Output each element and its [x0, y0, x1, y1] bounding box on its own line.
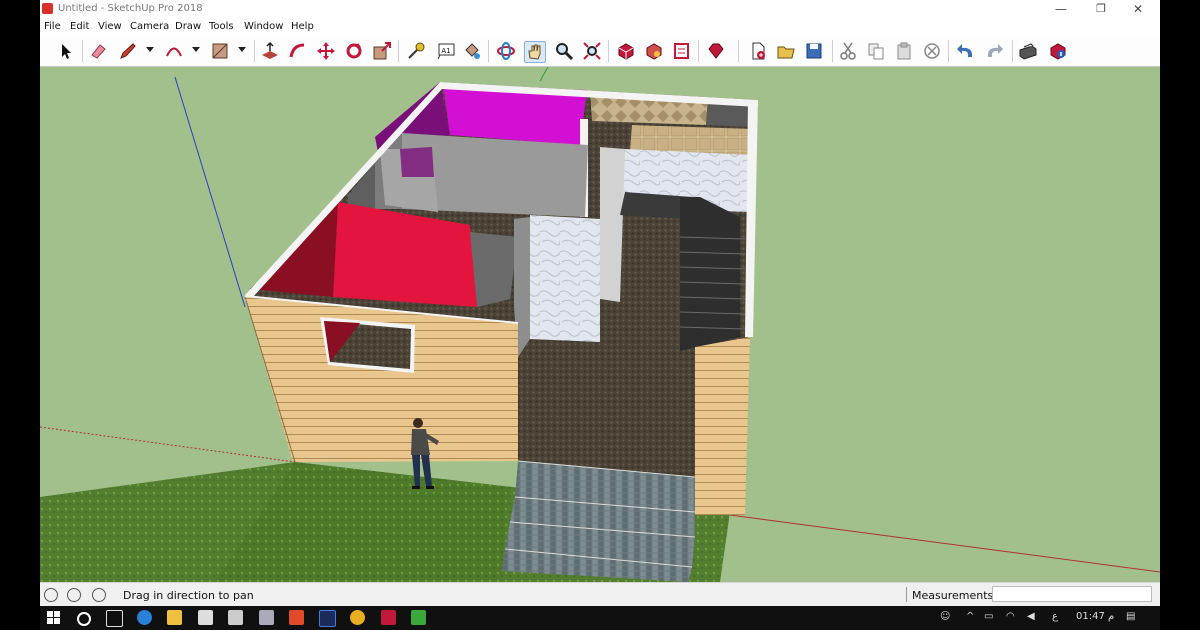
- task-view-icon[interactable]: [106, 610, 123, 627]
- eraser-icon[interactable]: [88, 41, 108, 61]
- move-icon[interactable]: [316, 41, 336, 61]
- extension-warehouse-icon[interactable]: [644, 41, 664, 61]
- system-clock[interactable]: 01:47 م: [1076, 611, 1114, 622]
- 3d-warehouse-icon[interactable]: [616, 41, 636, 61]
- scale-icon[interactable]: [372, 41, 392, 61]
- ruby-icon[interactable]: [706, 41, 726, 61]
- sketchup-window: Untitled - SketchUp Pro 2018 — ❐ ✕ File …: [40, 0, 1160, 630]
- edge-browser-icon[interactable]: [137, 610, 152, 625]
- window-title: Untitled - SketchUp Pro 2018: [58, 3, 203, 14]
- menu-file[interactable]: File: [44, 21, 61, 32]
- menu-help[interactable]: Help: [291, 21, 314, 32]
- wifi-icon[interactable]: ◠: [1006, 611, 1015, 622]
- menu-draw[interactable]: Draw: [175, 21, 201, 32]
- chevron-down-icon[interactable]: [192, 47, 200, 52]
- new-file-icon[interactable]: [748, 41, 768, 61]
- open-folder-icon[interactable]: [776, 41, 796, 61]
- orbit-icon[interactable]: [496, 41, 516, 61]
- zoom-extents-icon[interactable]: [582, 41, 602, 61]
- menu-camera[interactable]: Camera: [130, 21, 169, 32]
- pan-hand-icon[interactable]: [524, 41, 546, 63]
- zoom-icon[interactable]: [554, 41, 574, 61]
- layout-icon[interactable]: [672, 41, 692, 61]
- follow-me-icon[interactable]: [288, 41, 308, 61]
- house-model-scene: [40, 67, 1160, 582]
- store-icon[interactable]: [198, 610, 213, 625]
- delete-icon[interactable]: [922, 41, 942, 61]
- paint-bucket-icon[interactable]: [462, 41, 482, 61]
- push-pull-icon[interactable]: [260, 41, 280, 61]
- menu-edit[interactable]: Edit: [70, 21, 89, 32]
- status-message: Drag in direction to pan: [123, 589, 254, 602]
- cut-icon[interactable]: [838, 41, 858, 61]
- save-icon[interactable]: [804, 41, 824, 61]
- print-icon[interactable]: [1018, 41, 1038, 61]
- undo-icon[interactable]: [956, 41, 976, 61]
- main-toolbar: A1: [40, 35, 1160, 67]
- menu-tools[interactable]: Tools: [209, 21, 234, 32]
- keyboard-language[interactable]: ع: [1052, 611, 1058, 622]
- volume-icon[interactable]: ◀: [1027, 611, 1035, 622]
- office-icon[interactable]: [289, 610, 304, 625]
- close-button[interactable]: ✕: [1120, 0, 1156, 20]
- measurements-label: Measurements: [912, 589, 994, 602]
- menu-view[interactable]: View: [98, 21, 122, 32]
- text-icon[interactable]: A1: [436, 41, 456, 61]
- chrome-icon[interactable]: [350, 610, 365, 625]
- paste-icon[interactable]: [894, 41, 914, 61]
- line-pencil-icon[interactable]: [118, 41, 138, 61]
- arc-icon[interactable]: [164, 41, 184, 61]
- photoshop-icon[interactable]: [319, 610, 336, 627]
- status-divider: [906, 587, 907, 602]
- menu-window[interactable]: Window: [244, 21, 283, 32]
- sketchup-taskbar-icon[interactable]: [381, 610, 396, 625]
- geo-location-icon[interactable]: [44, 588, 58, 602]
- rotate-icon[interactable]: [344, 41, 364, 61]
- menu-bar: File Edit View Camera Draw Tools Window …: [40, 20, 1160, 35]
- mail-icon[interactable]: [228, 610, 243, 625]
- chevron-down-icon[interactable]: [146, 47, 154, 52]
- model-info-icon[interactable]: [1048, 41, 1068, 61]
- svg-text:A1: A1: [441, 47, 450, 55]
- measurements-input[interactable]: [992, 586, 1152, 602]
- tape-measure-icon[interactable]: [406, 41, 426, 61]
- file-explorer-icon[interactable]: [167, 610, 182, 625]
- title-bar: Untitled - SketchUp Pro 2018 — ❐ ✕: [40, 0, 1160, 20]
- sketchup-logo-icon: [42, 3, 53, 14]
- chevron-down-icon[interactable]: [238, 47, 246, 52]
- credits-info-icon[interactable]: [67, 588, 81, 602]
- people-icon[interactable]: ☺: [940, 611, 950, 622]
- model-viewport[interactable]: [40, 67, 1160, 582]
- select-icon[interactable]: [56, 41, 76, 61]
- redo-icon[interactable]: [984, 41, 1004, 61]
- camtasia-icon[interactable]: [411, 610, 426, 625]
- entrance-steps: [502, 460, 696, 582]
- battery-icon[interactable]: ▭: [984, 611, 993, 622]
- chevron-up-icon[interactable]: ^: [966, 611, 974, 622]
- start-windows-icon[interactable]: [46, 610, 61, 625]
- restore-button[interactable]: ❐: [1083, 0, 1119, 20]
- minimize-button[interactable]: —: [1043, 0, 1079, 20]
- rectangle-icon[interactable]: [210, 41, 230, 61]
- search-circle-icon[interactable]: [77, 612, 91, 626]
- user-account-icon[interactable]: [92, 588, 106, 602]
- status-bar: Drag in direction to pan Measurements: [40, 582, 1160, 607]
- notifications-icon[interactable]: ▤: [1126, 611, 1135, 622]
- windows-taskbar: ☺ ^ ▭ ◠ ◀ ع 01:47 م ▤: [40, 606, 1160, 630]
- copy-icon[interactable]: [866, 41, 886, 61]
- app-icon[interactable]: [259, 610, 274, 625]
